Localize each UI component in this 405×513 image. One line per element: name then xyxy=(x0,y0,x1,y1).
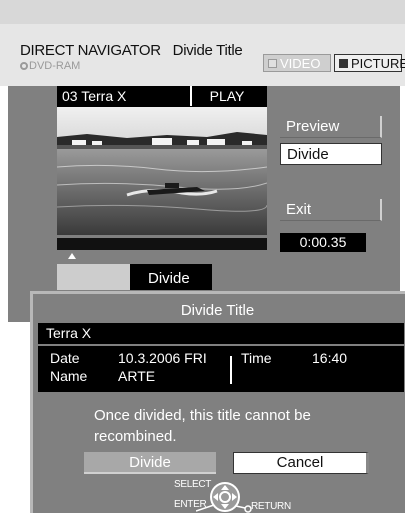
name-label: Name xyxy=(50,368,88,384)
divide-button[interactable]: Divide xyxy=(84,452,216,474)
preview-thumbnail xyxy=(57,107,267,235)
top-band xyxy=(0,0,405,24)
time-label: Time xyxy=(241,350,272,366)
video-mode-button[interactable]: VIDEO xyxy=(263,54,331,72)
info-divider xyxy=(230,356,232,384)
message-line-2: recombined. xyxy=(94,428,177,445)
divide-side-button[interactable]: Divide xyxy=(280,143,382,165)
cancel-button[interactable]: Cancel xyxy=(233,452,369,474)
timecode-display: 0:00.35 xyxy=(280,233,366,252)
date-value: 10.3.2006 FRI xyxy=(118,350,207,366)
disc-icon xyxy=(20,62,28,70)
preview-button[interactable]: Preview xyxy=(280,116,382,138)
video-mode-label: VIDEO xyxy=(280,56,321,71)
play-status: PLAY xyxy=(190,86,262,106)
picture-square-icon xyxy=(339,59,348,68)
select-label: SELECT xyxy=(174,479,212,490)
video-square-icon xyxy=(268,59,277,68)
name-value: ARTE xyxy=(118,368,156,384)
picture-mode-label: PICTURE xyxy=(351,56,405,71)
media-label-text: DVD-RAM xyxy=(29,60,81,72)
message-line-1: Once divided, this title cannot be xyxy=(94,407,311,424)
position-marker[interactable] xyxy=(68,253,76,259)
time-value: 16:40 xyxy=(312,350,348,366)
date-label: Date xyxy=(50,350,80,366)
exit-button[interactable]: Exit xyxy=(280,199,382,221)
enter-return-connector-icon xyxy=(196,504,252,513)
tab-divide[interactable]: Divide xyxy=(130,264,212,290)
media-label: DVD-RAM xyxy=(20,60,80,72)
picture-mode-button[interactable]: PICTURE xyxy=(334,54,405,72)
preview-title: 03 Terra X xyxy=(62,88,127,104)
progress-bar[interactable] xyxy=(57,238,267,250)
recording-info: Date 10.3.2006 FRI Name ARTE Time 16:40 xyxy=(38,346,404,392)
page-title: DIRECT NAVIGATOR Divide Title xyxy=(20,42,243,59)
dialog-title: Divide Title xyxy=(180,302,255,319)
screen-title: Divide Title xyxy=(172,42,243,59)
warning-message: Once divided, this title cannot be recom… xyxy=(94,405,311,447)
program-name: Terra X xyxy=(38,323,404,344)
return-label: RETURN xyxy=(251,501,291,512)
tab-blank xyxy=(57,264,130,290)
app-title: DIRECT NAVIGATOR xyxy=(20,42,161,59)
